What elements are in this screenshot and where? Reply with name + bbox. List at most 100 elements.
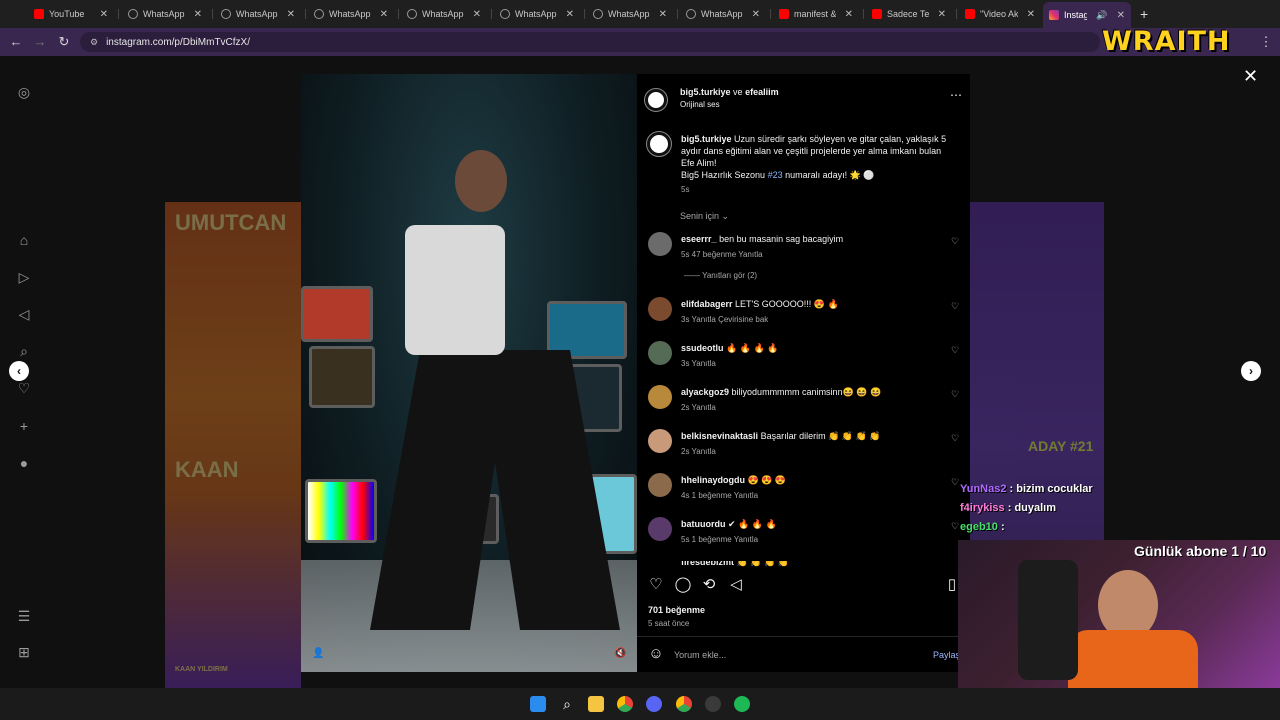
browser-tab[interactable]: WhatsApp I ✕: [308, 4, 394, 24]
close-tab-icon[interactable]: ✕: [1117, 10, 1125, 21]
author-avatar[interactable]: [644, 88, 668, 112]
search-icon[interactable]: ⌕: [559, 696, 575, 712]
previous-post-preview[interactable]: UMUTCAN KAAN KAAN YILDIRIM: [165, 202, 301, 688]
browser-tab[interactable]: WhatsApp I ✕: [401, 4, 487, 24]
windows-start-icon[interactable]: [530, 696, 546, 712]
mute-icon[interactable]: 🔇: [614, 648, 626, 659]
like-comment-icon[interactable]: ♡: [951, 477, 959, 488]
comment-avatar[interactable]: [648, 297, 672, 321]
close-tab-icon[interactable]: ✕: [473, 9, 481, 20]
site-info-icon[interactable]: ⚙: [90, 37, 98, 48]
browser-tab[interactable]: WhatsApp I ✕: [215, 4, 301, 24]
comment-username[interactable]: belkisnevinaktasli: [681, 431, 758, 441]
close-tab-icon[interactable]: ✕: [194, 9, 202, 20]
likes-count[interactable]: 701 beğenme: [648, 605, 705, 615]
browser-tab[interactable]: "Video Akyo ✕: [959, 4, 1041, 24]
next-post-icon[interactable]: ›: [1241, 361, 1261, 381]
browser-tab[interactable]: WhatsApp I ✕: [122, 4, 208, 24]
comment-avatar[interactable]: [648, 341, 672, 365]
comment-username[interactable]: eseerrr_: [681, 234, 717, 244]
chat-text: : bizim cocuklar: [1009, 483, 1093, 495]
caption-avatar[interactable]: [646, 131, 672, 157]
author-username[interactable]: big5.turkiye: [680, 87, 731, 97]
browser-tab[interactable]: WhatsApp I ✕: [587, 4, 673, 24]
chrome-active-icon[interactable]: [676, 696, 692, 712]
browser-tab[interactable]: YouTube ✕: [28, 4, 114, 24]
notifications-icon[interactable]: ♡: [16, 380, 32, 396]
comment-icon[interactable]: ◯: [674, 576, 692, 594]
post-comment-button[interactable]: Paylaş: [933, 650, 960, 660]
forward-icon[interactable]: →: [32, 34, 48, 50]
file-explorer-icon[interactable]: [588, 696, 604, 712]
tagged-users-icon[interactable]: 👤: [312, 648, 324, 659]
more-menu-icon[interactable]: ☰: [16, 608, 32, 624]
close-tab-icon[interactable]: ✕: [566, 9, 574, 20]
comment-input[interactable]: Yorum ekle...: [674, 650, 726, 660]
like-comment-icon[interactable]: ♡: [951, 521, 959, 532]
direct-icon[interactable]: ◁: [16, 306, 32, 322]
create-icon[interactable]: +: [16, 418, 32, 434]
search-icon[interactable]: ⌕: [16, 343, 32, 359]
browser-tab[interactable]: Sadece Teks ✕: [866, 4, 952, 24]
audio-label[interactable]: Orijinal ses: [680, 100, 720, 109]
comment-avatar[interactable]: [648, 232, 672, 256]
emoji-icon[interactable]: ☺: [647, 645, 665, 663]
collab-username[interactable]: efealiim: [745, 87, 779, 97]
close-tab-icon[interactable]: ✕: [752, 9, 760, 20]
back-icon[interactable]: ←: [8, 34, 24, 50]
instagram-logo-icon[interactable]: ◎: [16, 84, 32, 100]
previous-post-icon[interactable]: ‹: [9, 361, 29, 381]
menu-kebab-icon[interactable]: ⋮: [1258, 34, 1274, 50]
like-comment-icon[interactable]: ♡: [951, 236, 959, 247]
like-comment-icon[interactable]: ♡: [951, 301, 959, 312]
hashtag-link[interactable]: #23: [768, 170, 783, 180]
close-tab-icon[interactable]: ✕: [380, 9, 388, 20]
close-tab-icon[interactable]: ✕: [659, 9, 667, 20]
comment-avatar[interactable]: [648, 517, 672, 541]
comment-username[interactable]: ssudeotlu: [681, 343, 724, 353]
tv-prop: [301, 286, 373, 342]
new-tab-button[interactable]: +: [1134, 4, 1154, 24]
close-tab-icon[interactable]: ✕: [100, 9, 108, 20]
youtube-icon: [872, 9, 882, 19]
like-comment-icon[interactable]: ♡: [951, 345, 959, 356]
close-icon[interactable]: ✕: [1243, 66, 1258, 87]
comment-username[interactable]: firesdebizmt: [681, 561, 734, 567]
sort-dropdown[interactable]: Senin için ⌄: [680, 211, 729, 222]
chat-username: egeb10: [960, 521, 998, 533]
browser-tab[interactable]: WhatsApp I ✕: [494, 4, 580, 24]
share-icon[interactable]: ◁: [727, 576, 745, 594]
spotify-icon[interactable]: [734, 696, 750, 712]
like-comment-icon[interactable]: ♡: [951, 389, 959, 400]
like-comment-icon[interactable]: ♡: [951, 433, 959, 444]
comment-username[interactable]: alyackgoz9: [681, 387, 729, 397]
reels-icon[interactable]: ▷: [16, 269, 32, 285]
browser-tab[interactable]: manifest & N ✕: [773, 4, 859, 24]
view-replies-button[interactable]: —— Yanıtları gör (2): [684, 271, 757, 280]
discord-icon[interactable]: [646, 696, 662, 712]
app-icon[interactable]: [705, 696, 721, 712]
chrome-icon[interactable]: [617, 696, 633, 712]
home-icon[interactable]: ⌂: [16, 232, 32, 248]
caption-username[interactable]: big5.turkiye: [681, 134, 732, 144]
close-tab-icon[interactable]: ✕: [845, 9, 853, 20]
comment-text: Başarılar dilerim 👏 👏 👏 👏: [760, 431, 881, 441]
comment-avatar[interactable]: [648, 429, 672, 453]
comment-avatar[interactable]: [648, 473, 672, 497]
close-tab-icon[interactable]: ✕: [938, 9, 946, 20]
browser-tab-active[interactable]: Instagra 🔊 ✕: [1043, 2, 1131, 28]
more-options-icon[interactable]: ⋯: [950, 88, 962, 102]
address-bar[interactable]: ⚙ instagram.com/p/DbiMmTvCfzX/: [80, 32, 1100, 52]
comment-avatar[interactable]: [648, 385, 672, 409]
browser-tab[interactable]: WhatsApp I ✕: [680, 4, 766, 24]
apps-icon[interactable]: ⊞: [16, 644, 32, 660]
like-icon[interactable]: ♡: [647, 576, 665, 594]
repost-icon[interactable]: ⟲: [700, 576, 718, 594]
comment-username[interactable]: batuuordu: [681, 519, 726, 529]
close-tab-icon[interactable]: ✕: [1027, 9, 1035, 20]
reload-icon[interactable]: ↻: [56, 34, 72, 50]
comment-username[interactable]: hhelinaydogdu: [681, 475, 745, 485]
profile-avatar-icon[interactable]: ●: [16, 455, 32, 471]
comment-username[interactable]: elifdabagerr: [681, 299, 733, 309]
close-tab-icon[interactable]: ✕: [287, 9, 295, 20]
